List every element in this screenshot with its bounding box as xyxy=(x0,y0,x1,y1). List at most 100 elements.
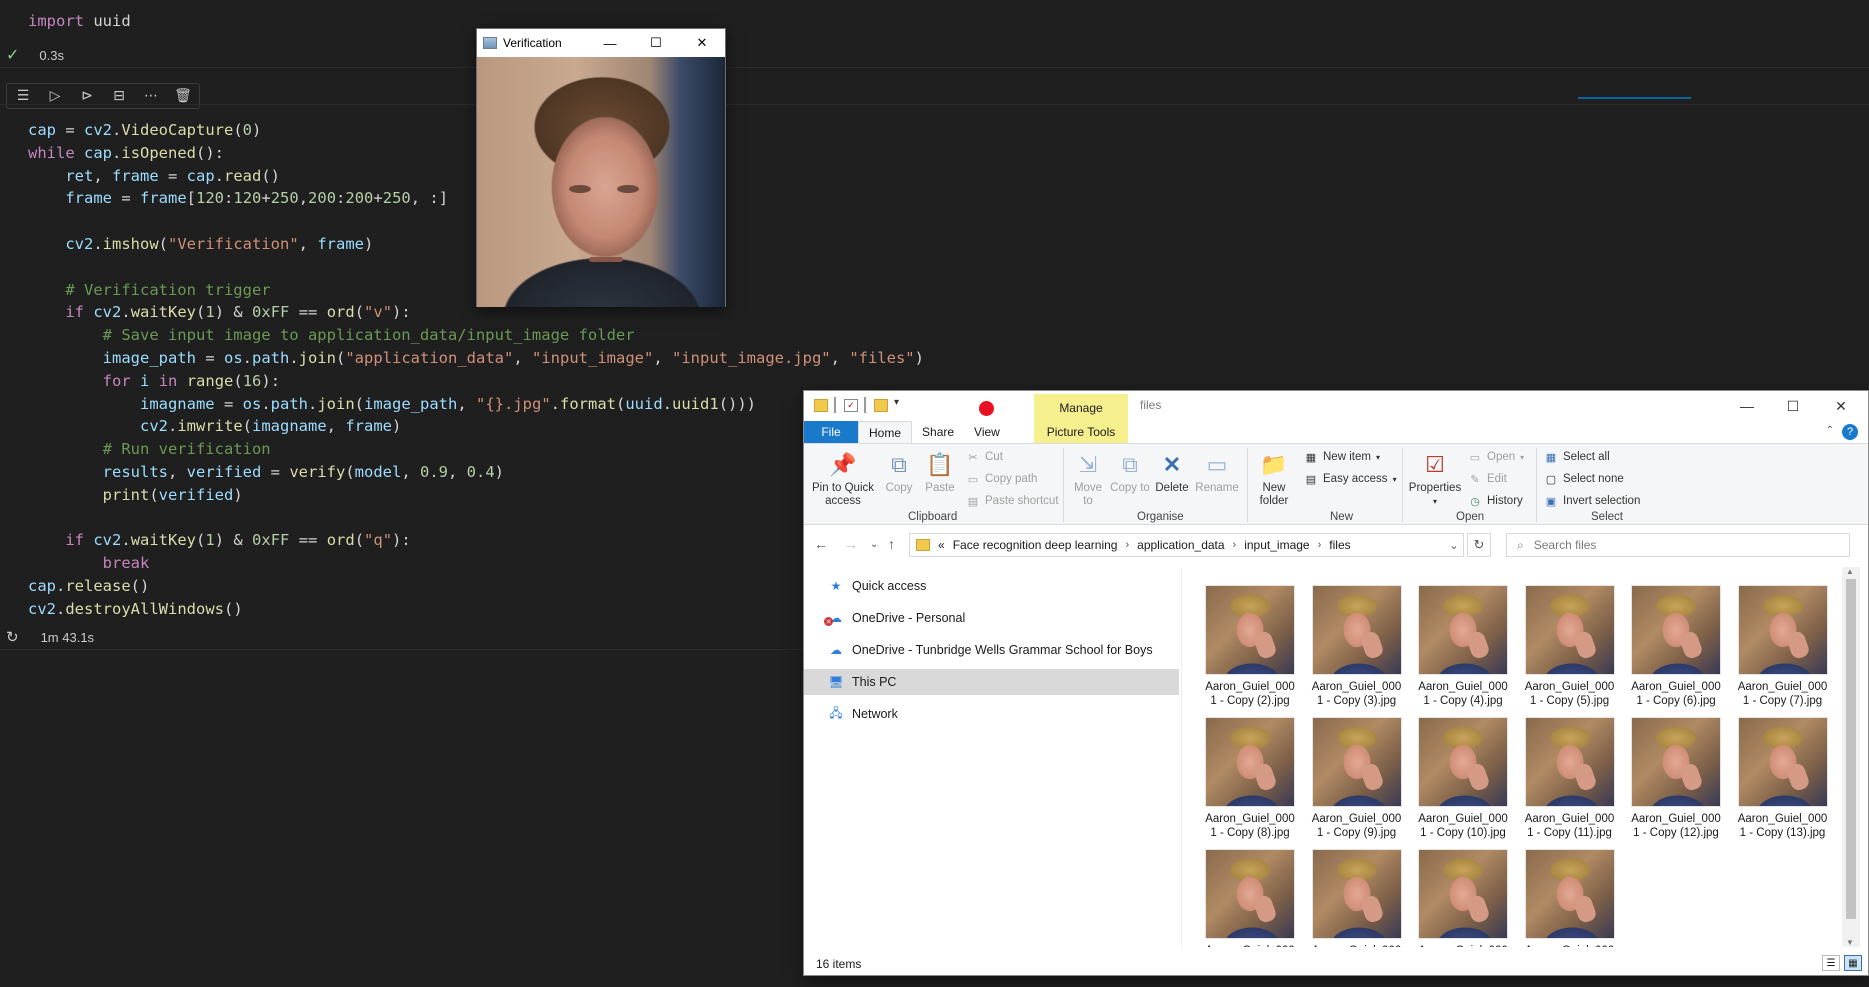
nav-item-quick-access[interactable]: ★ Quick access xyxy=(804,573,1179,599)
move-to-button[interactable]: ⇲ Move to xyxy=(1068,450,1108,508)
group-label-open: Open xyxy=(1456,511,1485,523)
history-button[interactable]: ◷ History xyxy=(1468,494,1523,508)
pin-icon: 📌 xyxy=(829,451,857,477)
tab-share[interactable]: Share xyxy=(912,421,964,443)
breadcrumb-overflow[interactable]: « xyxy=(938,538,945,552)
file-tile[interactable]: Aaron_Guiel_000 xyxy=(1413,849,1513,947)
minimize-icon[interactable]: — xyxy=(587,29,633,57)
new-folder-button[interactable]: 📁 New folder xyxy=(1252,450,1296,508)
open-button[interactable]: ▭ Open ▾ xyxy=(1468,450,1524,464)
breadcrumb-item[interactable]: Face recognition deep learning xyxy=(953,538,1118,552)
search-input[interactable]: ⌕ Search files xyxy=(1506,533,1850,557)
cell2-exec-time: 1m 43.1s xyxy=(40,629,95,645)
back-arrow-icon[interactable]: ← xyxy=(814,536,828,552)
group-label-new: New xyxy=(1330,511,1354,523)
close-icon[interactable]: ✕ xyxy=(679,29,725,57)
tab-manage[interactable]: Manage xyxy=(1034,394,1128,421)
new-item-button[interactable]: ▦ New item ▾ xyxy=(1304,450,1380,464)
running-spinner-icon: ↻ xyxy=(6,629,19,646)
file-tile[interactable]: Aaron_Guiel_000 xyxy=(1520,849,1620,947)
chevron-right-icon[interactable]: › xyxy=(1233,539,1237,551)
chevron-right-icon[interactable]: › xyxy=(1125,539,1129,551)
easy-access-button[interactable]: ▤ Easy access ▾ xyxy=(1304,472,1397,486)
help-icon[interactable]: ? xyxy=(1842,424,1858,440)
scroll-down-icon[interactable]: ▼ xyxy=(1846,938,1854,947)
tab-home[interactable]: Home xyxy=(858,421,913,443)
refresh-icon[interactable]: ↻ xyxy=(1467,533,1491,557)
customize-toolbar-icon[interactable]: ▾ xyxy=(894,397,908,410)
file-tile[interactable]: Aaron_Guiel_000 1 - Copy (4).jpg xyxy=(1413,585,1513,713)
file-explorer-window[interactable]: ✓ ▾ Manage files — ☐ ✕ File Home Share V… xyxy=(803,390,1869,976)
select-all-button[interactable]: ▦ Select all xyxy=(1544,450,1610,464)
file-tile[interactable]: Aaron_Guiel_000 xyxy=(1200,849,1300,947)
breadcrumb-item[interactable]: input_image xyxy=(1244,538,1309,552)
select-none-button[interactable]: ▢ Select none xyxy=(1544,472,1624,486)
file-tile[interactable]: Aaron_Guiel_000 1 - Copy (9).jpg xyxy=(1307,717,1407,845)
details-view-icon[interactable]: ☰ xyxy=(1822,955,1840,971)
tab-view[interactable]: View xyxy=(964,421,1010,443)
cell1-code[interactable]: import uuid xyxy=(28,12,131,30)
verification-window[interactable]: Verification — ☐ ✕ xyxy=(476,28,726,307)
minimize-icon[interactable]: — xyxy=(1724,391,1770,421)
file-tile[interactable]: Aaron_Guiel_000 1 - Copy (11).jpg xyxy=(1520,717,1620,845)
close-icon[interactable]: ✕ xyxy=(1818,391,1864,421)
maximize-icon[interactable]: ☐ xyxy=(633,29,679,57)
maximize-icon[interactable]: ☐ xyxy=(1770,391,1816,421)
file-tile[interactable]: Aaron_Guiel_000 1 - Copy (12).jpg xyxy=(1626,717,1726,845)
vertical-scrollbar[interactable]: ▲ ▼ xyxy=(1842,567,1860,947)
new-folder-icon[interactable] xyxy=(874,399,888,412)
edit-button[interactable]: ✎ Edit xyxy=(1468,472,1506,486)
copy-to-button[interactable]: ⧉ Copy to xyxy=(1110,450,1150,495)
copy-icon: ⧉ xyxy=(891,451,907,477)
search-placeholder: Search files xyxy=(1533,538,1597,552)
file-name: Aaron_Guiel_000 xyxy=(1520,944,1620,947)
properties-button[interactable]: ☑ Properties ▾ xyxy=(1407,450,1463,508)
image-thumbnail xyxy=(1418,717,1508,807)
address-bar[interactable]: « Face recognition deep learning › appli… xyxy=(909,533,1464,557)
file-tile[interactable]: Aaron_Guiel_000 1 - Copy (13).jpg xyxy=(1733,717,1833,845)
scrollbar-thumb[interactable] xyxy=(1846,579,1856,919)
cut-button[interactable]: ✂ Cut xyxy=(966,450,1003,464)
nav-item-onedrive-personal[interactable]: ☁ ✕ OneDrive - Personal xyxy=(804,605,1179,631)
explorer-titlebar[interactable]: ✓ ▾ Manage files — ☐ ✕ xyxy=(804,391,1868,421)
large-icons-view-icon[interactable]: ▦ xyxy=(1844,955,1862,971)
rename-button[interactable]: ▭ Rename xyxy=(1194,450,1240,495)
paste-shortcut-button[interactable]: ▤ Paste shortcut xyxy=(966,494,1059,508)
nav-item-network[interactable]: 🖧 Network xyxy=(804,701,1179,727)
delete-button[interactable]: ✕ Delete xyxy=(1152,450,1192,495)
file-tile[interactable]: Aaron_Guiel_000 xyxy=(1307,849,1407,947)
copy-to-icon: ⧉ xyxy=(1122,451,1138,477)
copy-button[interactable]: ⧉ Copy xyxy=(880,450,918,495)
pin-to-quick-access-button[interactable]: 📌 Pin to Quick access xyxy=(810,450,876,508)
invert-selection-button[interactable]: ▣ Invert selection xyxy=(1544,494,1641,508)
image-thumbnail xyxy=(1418,849,1508,939)
tab-picture-tools[interactable]: Picture Tools xyxy=(1034,421,1128,443)
file-tile[interactable]: Aaron_Guiel_000 1 - Copy (7).jpg xyxy=(1733,585,1833,713)
breadcrumb-item[interactable]: application_data xyxy=(1137,538,1224,552)
chevron-right-icon[interactable]: › xyxy=(1318,539,1322,551)
paste-button[interactable]: 📋 Paste xyxy=(920,450,960,495)
file-tile[interactable]: Aaron_Guiel_000 1 - Copy (10).jpg xyxy=(1413,717,1513,845)
file-tile[interactable]: Aaron_Guiel_000 1 - Copy (3).jpg xyxy=(1307,585,1407,713)
file-tile[interactable]: Aaron_Guiel_000 1 - Copy (6).jpg xyxy=(1626,585,1726,713)
open-icon: ▭ xyxy=(1469,451,1481,464)
breadcrumb-item[interactable]: files xyxy=(1329,538,1350,552)
nav-item-onedrive-school[interactable]: ☁ OneDrive - Tunbridge Wells Grammar Sch… xyxy=(804,637,1179,663)
cell1-exec-time: 0.3s xyxy=(39,47,64,63)
file-tile[interactable]: Aaron_Guiel_000 1 - Copy (5).jpg xyxy=(1520,585,1620,713)
verification-titlebar[interactable]: Verification — ☐ ✕ xyxy=(477,29,725,57)
nav-item-this-pc[interactable]: 🖥 This PC xyxy=(804,669,1179,695)
file-tile[interactable]: Aaron_Guiel_000 1 - Copy (2).jpg xyxy=(1200,585,1300,713)
copy-path-button[interactable]: ▭ Copy path xyxy=(966,472,1038,486)
up-arrow-icon[interactable]: ↑ xyxy=(888,536,895,552)
group-separator xyxy=(1247,448,1248,522)
image-thumbnail xyxy=(1524,717,1615,807)
file-tile[interactable]: Aaron_Guiel_000 1 - Copy (8).jpg xyxy=(1200,717,1300,845)
recent-locations-icon[interactable]: ⌄ xyxy=(870,539,878,550)
forward-arrow-icon[interactable]: → xyxy=(844,536,858,552)
properties-check-icon[interactable]: ✓ xyxy=(844,399,858,412)
collapse-ribbon-icon[interactable]: ⌃ xyxy=(1826,425,1834,436)
chevron-down-icon[interactable]: ⌄ xyxy=(1444,533,1464,557)
tab-file[interactable]: File xyxy=(804,421,858,443)
scroll-up-icon[interactable]: ▲ xyxy=(1846,567,1854,576)
